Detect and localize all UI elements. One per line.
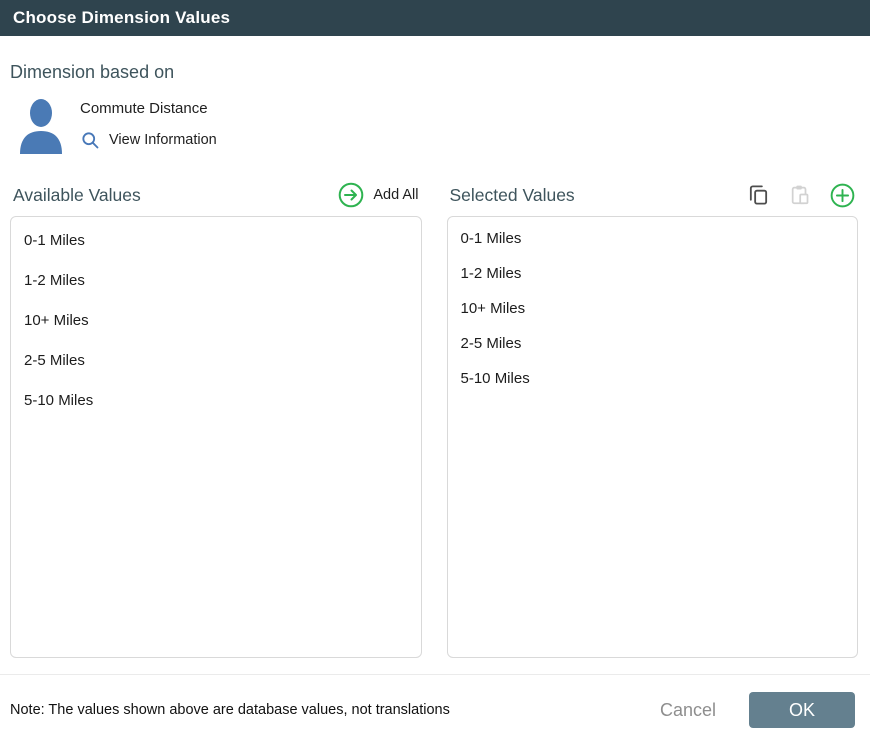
dialog-footer: Note: The values shown above are databas… [0, 674, 870, 745]
available-values-heading: Available Values [13, 185, 141, 206]
dimension-row: Commute Distance View Information [10, 98, 870, 154]
list-item[interactable]: 0-1 Miles [11, 221, 421, 261]
dialog-title: Choose Dimension Values [13, 8, 230, 28]
list-item[interactable]: 10+ Miles [11, 301, 421, 341]
view-information-link[interactable]: View Information [80, 130, 217, 150]
footer-note: Note: The values shown above are databas… [10, 702, 450, 718]
dimension-based-on-label: Dimension based on [10, 62, 870, 83]
search-icon [80, 130, 100, 150]
person-icon [18, 98, 64, 154]
list-item[interactable]: 5-10 Miles [11, 381, 421, 421]
available-values-header: Available Values Add All [10, 178, 422, 212]
choose-dimension-values-dialog: Choose Dimension Values Dimension based … [0, 0, 870, 745]
list-item[interactable]: 5-10 Miles [448, 361, 858, 396]
list-item[interactable]: 2-5 Miles [11, 341, 421, 381]
list-item[interactable]: 1-2 Miles [11, 261, 421, 301]
list-item[interactable]: 1-2 Miles [448, 256, 858, 291]
add-all-label: Add All [373, 187, 418, 203]
list-item[interactable]: 2-5 Miles [448, 326, 858, 361]
add-all-button[interactable]: Add All [338, 182, 418, 208]
ok-button[interactable]: OK [749, 692, 855, 728]
arrow-right-circle-icon [338, 182, 364, 208]
available-values-column: Available Values Add All 0-1 Miles1-2 Mi… [10, 178, 422, 658]
available-values-list[interactable]: 0-1 Miles1-2 Miles10+ Miles2-5 Miles5-10… [10, 216, 422, 658]
copy-icon [747, 183, 770, 207]
paste-icon [789, 183, 811, 207]
list-item[interactable]: 10+ Miles [448, 291, 858, 326]
values-columns: Available Values Add All 0-1 Miles1-2 Mi… [10, 178, 858, 658]
dialog-titlebar: Choose Dimension Values [0, 0, 870, 36]
add-value-button[interactable] [830, 183, 855, 208]
selected-values-header: Selected Values [447, 178, 859, 212]
cancel-button[interactable]: Cancel [660, 700, 716, 721]
dimension-info: Commute Distance View Information [80, 98, 217, 154]
selected-values-toolbar [747, 183, 855, 208]
copy-button[interactable] [747, 183, 770, 207]
selected-values-list[interactable]: 0-1 Miles1-2 Miles10+ Miles2-5 Miles5-10… [447, 216, 859, 658]
view-information-label: View Information [109, 132, 217, 148]
paste-button[interactable] [789, 183, 811, 207]
selected-values-column: Selected Values [447, 178, 859, 658]
dimension-name: Commute Distance [80, 100, 217, 117]
list-item[interactable]: 0-1 Miles [448, 221, 858, 256]
footer-actions: Cancel OK [660, 692, 855, 728]
selected-values-heading: Selected Values [450, 185, 575, 206]
dimension-section: Dimension based on Commute Distance [0, 36, 870, 154]
add-circle-icon [830, 183, 855, 208]
